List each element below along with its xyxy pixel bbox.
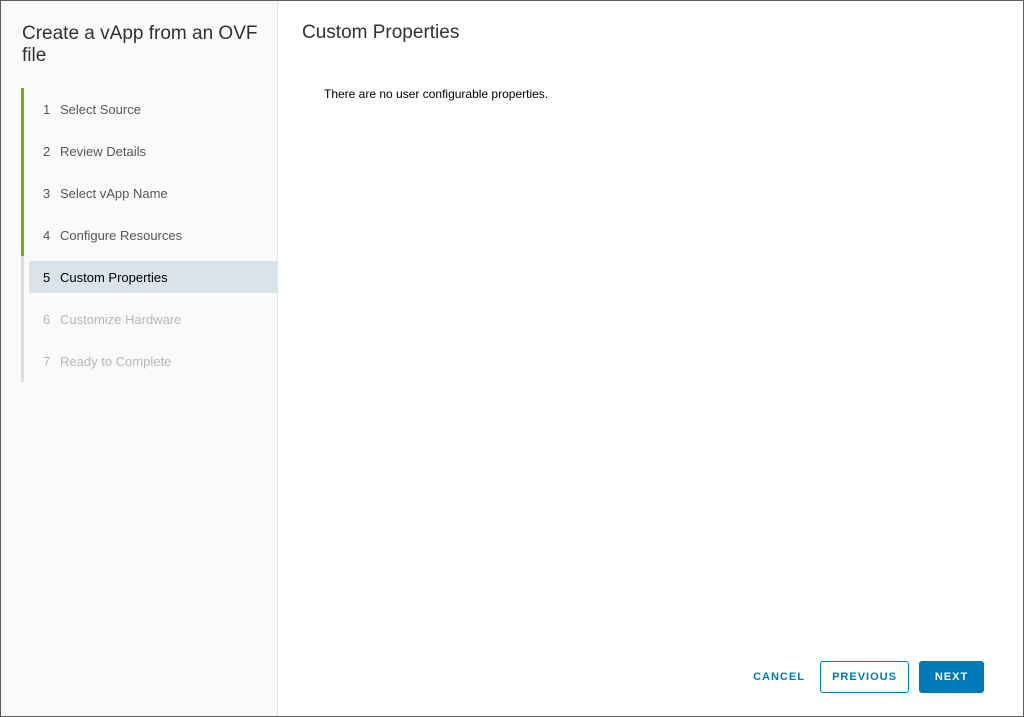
step-number: 7 (43, 353, 51, 369)
step-progress-bar (21, 172, 24, 214)
step-select-source[interactable]: 1 Select Source (21, 88, 278, 130)
wizard-footer: CANCEL PREVIOUS NEXT (744, 661, 984, 693)
wizard-steps: 1 Select Source 2 Review Details 3 Selec… (21, 88, 278, 382)
step-number: 3 (43, 185, 51, 201)
step-number: 6 (43, 311, 51, 327)
step-configure-resources[interactable]: 4 Configure Resources (21, 214, 278, 256)
step-select-vapp-name[interactable]: 3 Select vApp Name (21, 172, 278, 214)
step-progress-bar (21, 256, 24, 298)
wizard-content: Custom Properties There are no user conf… (278, 1, 1023, 716)
step-label: Customize Hardware (60, 311, 182, 327)
wizard-sidebar: Create a vApp from an OVF file 1 Select … (1, 1, 278, 716)
wizard-dialog: Create a vApp from an OVF file 1 Select … (0, 0, 1024, 717)
step-progress-bar (21, 214, 24, 256)
cancel-button[interactable]: CANCEL (744, 661, 814, 693)
step-label: Configure Resources (60, 227, 183, 243)
step-label: Review Details (60, 143, 146, 159)
step-ready-to-complete: 7 Ready to Complete (21, 340, 278, 382)
step-number: 4 (43, 227, 51, 243)
wizard-title: Create a vApp from an OVF file (22, 23, 258, 66)
previous-button[interactable]: PREVIOUS (820, 661, 909, 693)
step-number: 2 (43, 143, 51, 159)
step-progress-bar (21, 130, 24, 172)
step-progress-bar (21, 88, 24, 130)
page-title: Custom Properties (302, 22, 460, 43)
step-label: Select Source (60, 101, 141, 117)
empty-properties-message: There are no user configurable propertie… (324, 87, 549, 101)
step-progress-bar (21, 340, 24, 382)
step-review-details[interactable]: 2 Review Details (21, 130, 278, 172)
step-progress-bar (21, 298, 24, 340)
step-customize-hardware: 6 Customize Hardware (21, 298, 278, 340)
step-label: Select vApp Name (60, 185, 168, 201)
step-label: Custom Properties (60, 269, 168, 285)
step-number: 5 (43, 269, 51, 285)
next-button[interactable]: NEXT (919, 661, 984, 693)
step-custom-properties[interactable]: 5 Custom Properties (21, 256, 278, 298)
step-number: 1 (43, 101, 51, 117)
step-label: Ready to Complete (60, 353, 172, 369)
